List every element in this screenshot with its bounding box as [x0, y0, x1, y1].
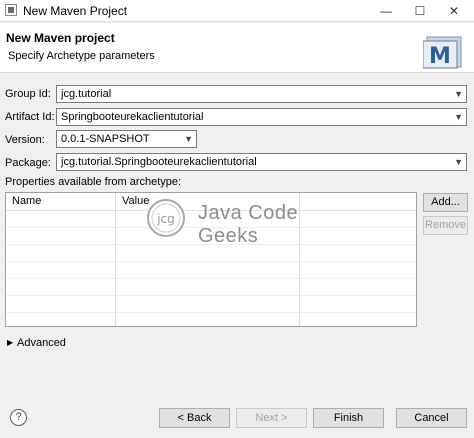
app-icon: [5, 4, 17, 16]
window-title: New Maven Project: [23, 4, 128, 18]
jcg-watermark: jcg Java Code Geeks: [140, 196, 340, 247]
column-divider: [115, 193, 116, 326]
chevron-down-icon[interactable]: ▼: [454, 86, 463, 102]
version-combo[interactable]: 0.0.1-SNAPSHOT ▼: [56, 130, 197, 148]
minimize-button[interactable]: —: [370, 0, 402, 22]
chevron-down-icon[interactable]: ▼: [184, 131, 193, 147]
advanced-section-toggle[interactable]: Advanced: [17, 337, 66, 349]
next-button[interactable]: Next >: [236, 408, 307, 428]
package-combo[interactable]: jcg.tutorial.Springbooteurekaclientutori…: [56, 153, 467, 171]
add-property-button[interactable]: Add...: [423, 193, 468, 212]
help-icon[interactable]: ?: [10, 409, 27, 426]
table-row: [6, 261, 416, 262]
table-row: [6, 295, 416, 296]
maximize-button[interactable]: ☐: [404, 0, 436, 22]
title-bar: New Maven Project — ☐ ✕: [0, 0, 474, 22]
package-label: Package:: [5, 157, 51, 169]
table-row: [6, 312, 416, 313]
wizard-title: New Maven project: [6, 31, 115, 45]
group-id-combo[interactable]: jcg.tutorial ▼: [56, 85, 467, 103]
version-value: 0.0.1-SNAPSHOT: [61, 133, 150, 145]
group-id-value: jcg.tutorial: [61, 88, 112, 100]
close-button[interactable]: ✕: [438, 0, 470, 22]
wizard-header: New Maven project Specify Archetype para…: [0, 23, 474, 73]
expand-triangle-icon[interactable]: ▶: [7, 338, 13, 347]
column-header-name[interactable]: Name: [6, 193, 115, 210]
table-row: [6, 278, 416, 279]
cancel-button[interactable]: Cancel: [396, 408, 467, 428]
group-id-label: Group Id:: [5, 88, 51, 100]
maven-logo-icon: M: [423, 36, 462, 69]
chevron-down-icon[interactable]: ▼: [454, 154, 463, 170]
wizard-subtitle: Specify Archetype parameters: [8, 50, 155, 62]
back-button[interactable]: < Back: [159, 408, 230, 428]
finish-button[interactable]: Finish: [313, 408, 384, 428]
artifact-id-value: Springbooteurekaclientutorial: [61, 111, 204, 123]
jcg-badge-icon: jcg: [147, 199, 185, 237]
version-label: Version:: [5, 134, 45, 146]
watermark-text: Java Code Geeks: [198, 202, 299, 247]
artifact-id-label: Artifact Id:: [5, 111, 55, 123]
artifact-id-combo[interactable]: Springbooteurekaclientutorial ▼: [56, 108, 467, 126]
remove-property-button[interactable]: Remove: [423, 216, 468, 235]
package-value: jcg.tutorial.Springbooteurekaclientutori…: [61, 156, 257, 168]
jcg-badge-text: jcg: [156, 212, 175, 226]
maven-logo-letter: M: [429, 44, 451, 69]
chevron-down-icon[interactable]: ▼: [454, 109, 463, 125]
properties-label: Properties available from archetype:: [5, 176, 182, 188]
